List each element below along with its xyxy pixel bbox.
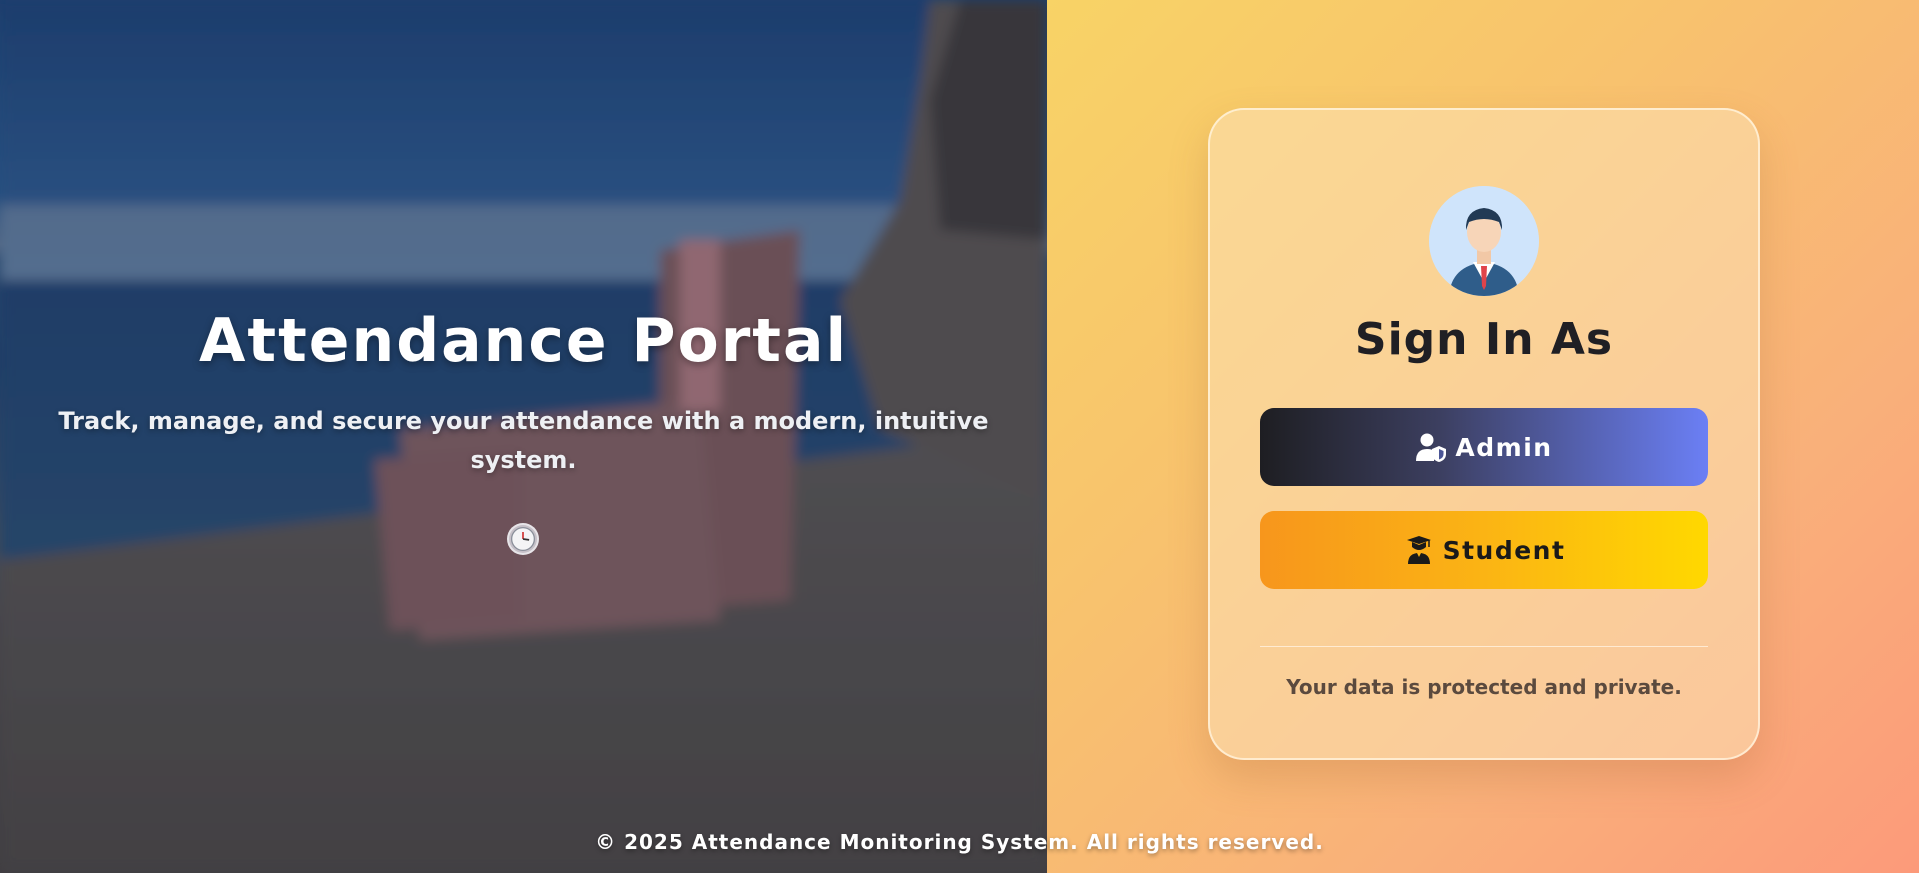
privacy-note: Your data is protected and private. (1286, 675, 1682, 699)
signin-title: Sign In As (1354, 314, 1614, 365)
graduate-icon (1406, 536, 1431, 564)
clock-icon (507, 523, 539, 555)
footer-copyright: © 2025 Attendance Monitoring System. All… (595, 830, 1324, 854)
admin-button[interactable]: Admin (1260, 408, 1708, 486)
hero-title: Attendance Portal (198, 306, 849, 376)
student-button-label: Student (1442, 535, 1566, 565)
user-shield-icon (1416, 433, 1447, 462)
user-avatar-icon (1429, 186, 1539, 296)
hero-subtitle: Track, manage, and secure your attendanc… (58, 407, 989, 474)
card-divider (1260, 646, 1708, 647)
hero-content: Attendance Portal Track, manage, and sec… (0, 0, 1047, 873)
student-button[interactable]: Student (1260, 511, 1708, 589)
admin-button-label: Admin (1455, 432, 1553, 462)
